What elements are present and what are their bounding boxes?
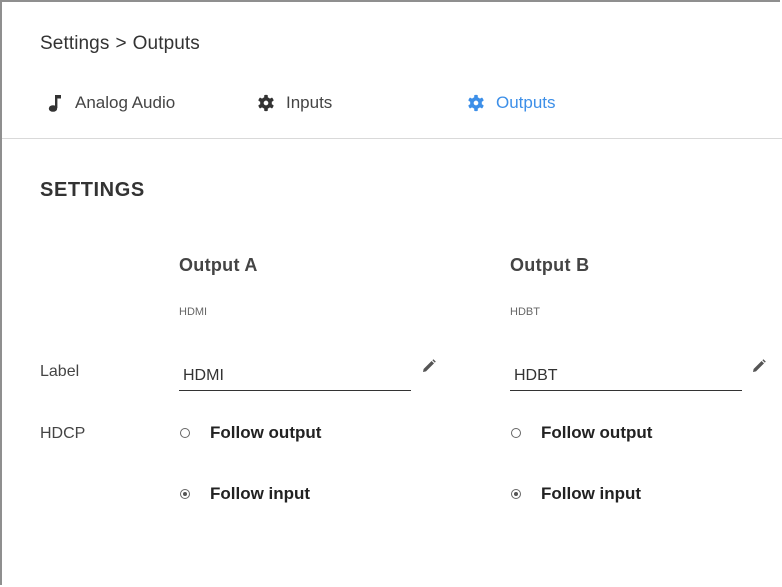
output-b-hdcp-follow-output-radio[interactable]: Follow output [511, 423, 652, 443]
hdcp-row-label: HDCP [40, 425, 86, 442]
settings-panel: Settings > Outputs Analog Audio Inputs O… [0, 0, 782, 585]
breadcrumb-root[interactable]: Settings [40, 33, 109, 54]
radio-unchecked[interactable] [180, 428, 190, 438]
tab-bar: Analog Audio Inputs Outputs [2, 90, 782, 139]
output-a-edit-button[interactable] [419, 358, 439, 378]
output-a-hdcp-follow-output-radio[interactable]: Follow output [180, 423, 321, 443]
output-a-hdcp-follow-input-radio[interactable]: Follow input [180, 484, 310, 504]
gear-icon [466, 93, 486, 113]
gear-icon [256, 93, 276, 113]
output-b-title: Output B [510, 255, 590, 275]
radio-checked[interactable] [180, 489, 190, 499]
breadcrumb-separator: > [115, 33, 127, 54]
output-a-type: HDMI [179, 306, 208, 318]
radio-unchecked[interactable] [511, 428, 521, 438]
output-b-hdcp-follow-input-radio[interactable]: Follow input [511, 484, 641, 504]
label-row-label: Label [40, 363, 80, 380]
radio-label: Follow input [210, 484, 311, 503]
output-b-type: HDBT [510, 306, 540, 318]
music-note-icon [45, 93, 65, 113]
section-title: SETTINGS [40, 179, 145, 201]
radio-label: Follow output [541, 423, 653, 442]
tab-label: Analog Audio [75, 93, 176, 112]
output-b-edit-button[interactable] [749, 358, 769, 378]
radio-label: Follow input [541, 484, 642, 503]
radio-label: Follow output [210, 423, 322, 442]
tab-analog-audio[interactable]: Analog Audio [45, 93, 175, 113]
breadcrumb-current: Outputs [132, 33, 200, 54]
output-a-label-field[interactable] [179, 357, 411, 391]
output-b-label-field[interactable] [510, 357, 742, 391]
pencil-icon [422, 358, 436, 378]
breadcrumb: Settings > Outputs [40, 33, 200, 55]
output-a-title: Output A [179, 255, 258, 275]
tab-label: Outputs [496, 93, 556, 112]
tab-outputs[interactable]: Outputs [466, 93, 556, 113]
radio-checked[interactable] [511, 489, 521, 499]
tab-inputs[interactable]: Inputs [256, 93, 332, 113]
tab-label: Inputs [286, 93, 333, 112]
pencil-icon [752, 358, 766, 378]
